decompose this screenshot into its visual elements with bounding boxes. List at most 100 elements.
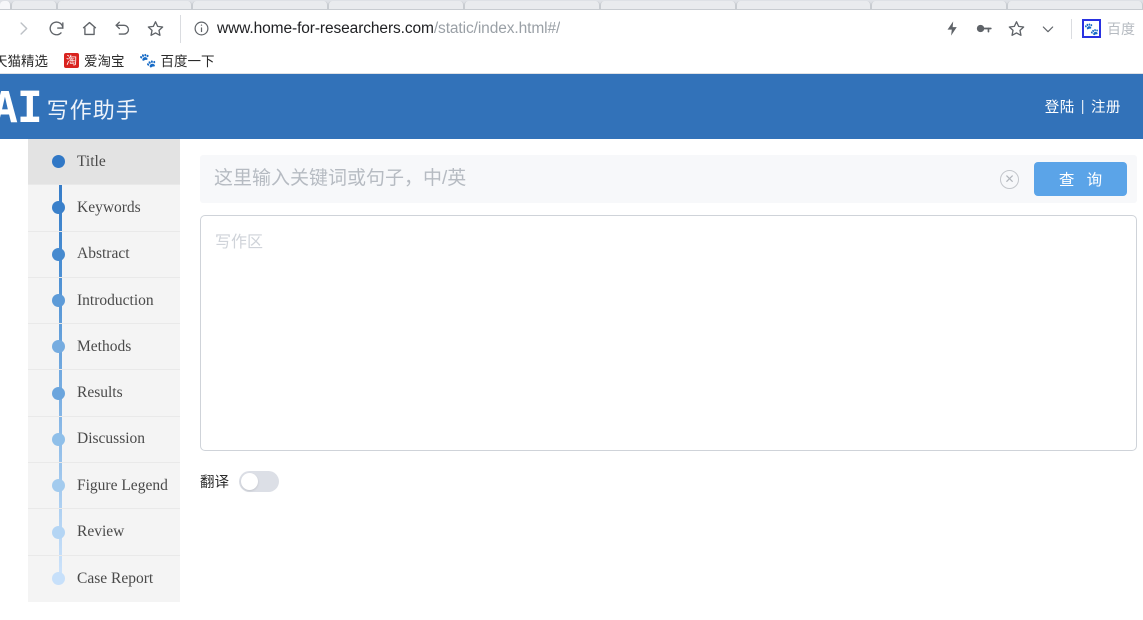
sidebar-dot-icon — [52, 201, 65, 215]
sidebar-item-review[interactable]: Review — [28, 509, 180, 556]
toolbar-separator — [1071, 18, 1072, 39]
sidebar-item-label: Results — [77, 384, 123, 402]
chevron-down-icon — [1042, 25, 1054, 32]
url-bar[interactable]: www.home-for-researchers.com/static/inde… — [180, 14, 929, 43]
password-manager-button[interactable] — [969, 14, 999, 44]
browser-tab[interactable] — [328, 1, 464, 9]
app-header: AI 写作助手 登陆 | 注册 — [0, 74, 1143, 139]
browser-window: www.home-for-researchers.com/static/inde… — [0, 0, 1143, 74]
main-content: ✕ 查 询 翻译 — [180, 139, 1143, 620]
sidebar-item-discussion[interactable]: Discussion — [28, 417, 180, 464]
browser-toolbar: www.home-for-researchers.com/static/inde… — [0, 10, 1143, 47]
sidebar-dot-icon — [52, 432, 65, 446]
sidebar-item-label: Figure Legend — [77, 476, 168, 494]
app-logo[interactable]: AI 写作助手 — [0, 83, 139, 134]
reload-button[interactable] — [41, 14, 71, 44]
sidebar-item-label: Methods — [77, 337, 132, 355]
key-icon — [976, 24, 992, 33]
auth-divider: | — [1080, 98, 1085, 115]
sidebar-item-abstract[interactable]: Abstract — [28, 232, 180, 278]
bookmark-item[interactable]: 淘 爱淘宝 — [56, 49, 133, 71]
baidu-paw-icon: 🐾 — [139, 52, 157, 68]
clear-search-icon[interactable]: ✕ — [1000, 169, 1019, 189]
sidebar-dot-icon — [52, 340, 65, 354]
reload-icon — [49, 21, 64, 36]
bookmark-star-button[interactable] — [140, 14, 170, 44]
page-body: Title Keywords Abstract Introduction Met… — [0, 139, 1143, 620]
logo-text: 写作助手 — [46, 97, 139, 123]
url-domain: www.home-for-researchers.com — [217, 19, 434, 37]
sidebar-item-results[interactable]: Results — [28, 370, 180, 417]
sidebar-item-label: Case Report — [77, 569, 154, 587]
taobao-icon: 淘 — [64, 52, 79, 68]
undo-arrow-icon — [114, 21, 129, 35]
sidebar-item-label: Review — [77, 523, 125, 541]
sidebar-item-label: Keywords — [77, 198, 141, 216]
sidebar-item-label: Abstract — [77, 245, 130, 263]
browser-tab[interactable] — [10, 1, 57, 9]
bookmark-item[interactable]: 🐾 百度一下 — [133, 49, 223, 71]
baidu-extension[interactable]: 🐾 百度 — [1082, 19, 1135, 39]
info-circle-icon[interactable] — [193, 20, 210, 37]
translate-toggle[interactable] — [239, 471, 279, 492]
baidu-paw-icon: 🐾 — [1082, 19, 1101, 38]
sidebar-dot-icon — [52, 294, 65, 308]
star-outline-icon — [1008, 21, 1024, 36]
section-sidebar: Title Keywords Abstract Introduction Met… — [28, 139, 180, 602]
baidu-extension-label: 百度 — [1107, 20, 1135, 37]
sidebar-item-title[interactable]: Title — [28, 139, 180, 186]
browser-tab[interactable] — [599, 1, 736, 9]
bookmarks-bar: 天猫精选 淘 爱淘宝 🐾 百度一下 — [0, 47, 1143, 74]
browser-tab[interactable] — [0, 1, 11, 9]
logo-mark: AI — [0, 83, 43, 134]
toolbar-right-actions: 🐾 百度 — [929, 14, 1135, 44]
writing-area-input[interactable] — [200, 215, 1137, 451]
sidebar-item-figure-legend[interactable]: Figure Legend — [28, 463, 180, 510]
sidebar-item-case-report[interactable]: Case Report — [28, 556, 180, 602]
lightning-bolt-icon — [947, 21, 957, 36]
history-back-button[interactable] — [107, 14, 137, 44]
home-button[interactable] — [74, 14, 104, 44]
url-text[interactable]: www.home-for-researchers.com/static/inde… — [217, 20, 560, 38]
browser-tab-strip[interactable] — [0, 0, 1143, 10]
search-input[interactable] — [214, 155, 1000, 203]
browser-tab[interactable] — [192, 1, 329, 9]
navigation-buttons — [8, 14, 170, 44]
sidebar-list: Title Keywords Abstract Introduction Met… — [28, 139, 180, 602]
toggle-knob — [241, 473, 258, 490]
sidebar-item-introduction[interactable]: Introduction — [28, 278, 180, 325]
sidebar-item-label: Title — [77, 152, 106, 170]
sidebar-item-label: Discussion — [77, 430, 146, 448]
sidebar-dot-icon — [52, 247, 65, 261]
bookmark-label: 爱淘宝 — [84, 54, 125, 69]
sidebar-dot-icon — [52, 155, 65, 169]
sidebar-dot-icon — [52, 386, 65, 400]
forward-button[interactable] — [8, 14, 38, 44]
sidebar-item-keywords[interactable]: Keywords — [28, 185, 180, 232]
browser-tab[interactable] — [871, 1, 1008, 9]
sidebar-dot-icon — [52, 525, 65, 539]
favorite-button[interactable] — [1001, 14, 1031, 44]
translate-toggle-row: 翻译 — [200, 471, 1137, 492]
sidebar-dot-icon — [52, 479, 65, 493]
login-link[interactable]: 登陆 — [1045, 96, 1075, 117]
browser-tab[interactable] — [463, 1, 600, 9]
chevron-right-icon — [19, 22, 27, 35]
browser-tab[interactable] — [735, 1, 872, 9]
sidebar-item-methods[interactable]: Methods — [28, 324, 180, 371]
auth-links: 登陆 | 注册 — [1045, 96, 1121, 117]
search-bar: ✕ 查 询 — [200, 155, 1137, 203]
url-path: /static/index.html#/ — [433, 19, 561, 37]
sidebar-dot-icon — [52, 572, 65, 586]
browser-tab[interactable] — [56, 1, 193, 9]
translate-label: 翻译 — [200, 475, 229, 491]
register-link[interactable]: 注册 — [1091, 96, 1121, 117]
toolbar-menu-button[interactable] — [1033, 14, 1063, 44]
star-icon — [147, 21, 163, 36]
home-icon — [82, 21, 96, 36]
lightning-button[interactable] — [937, 14, 967, 44]
sidebar-item-label: Introduction — [77, 291, 154, 309]
browser-tab[interactable] — [1007, 1, 1143, 9]
bookmark-item[interactable]: 天猫精选 — [0, 49, 56, 71]
query-button[interactable]: 查 询 — [1034, 162, 1127, 196]
